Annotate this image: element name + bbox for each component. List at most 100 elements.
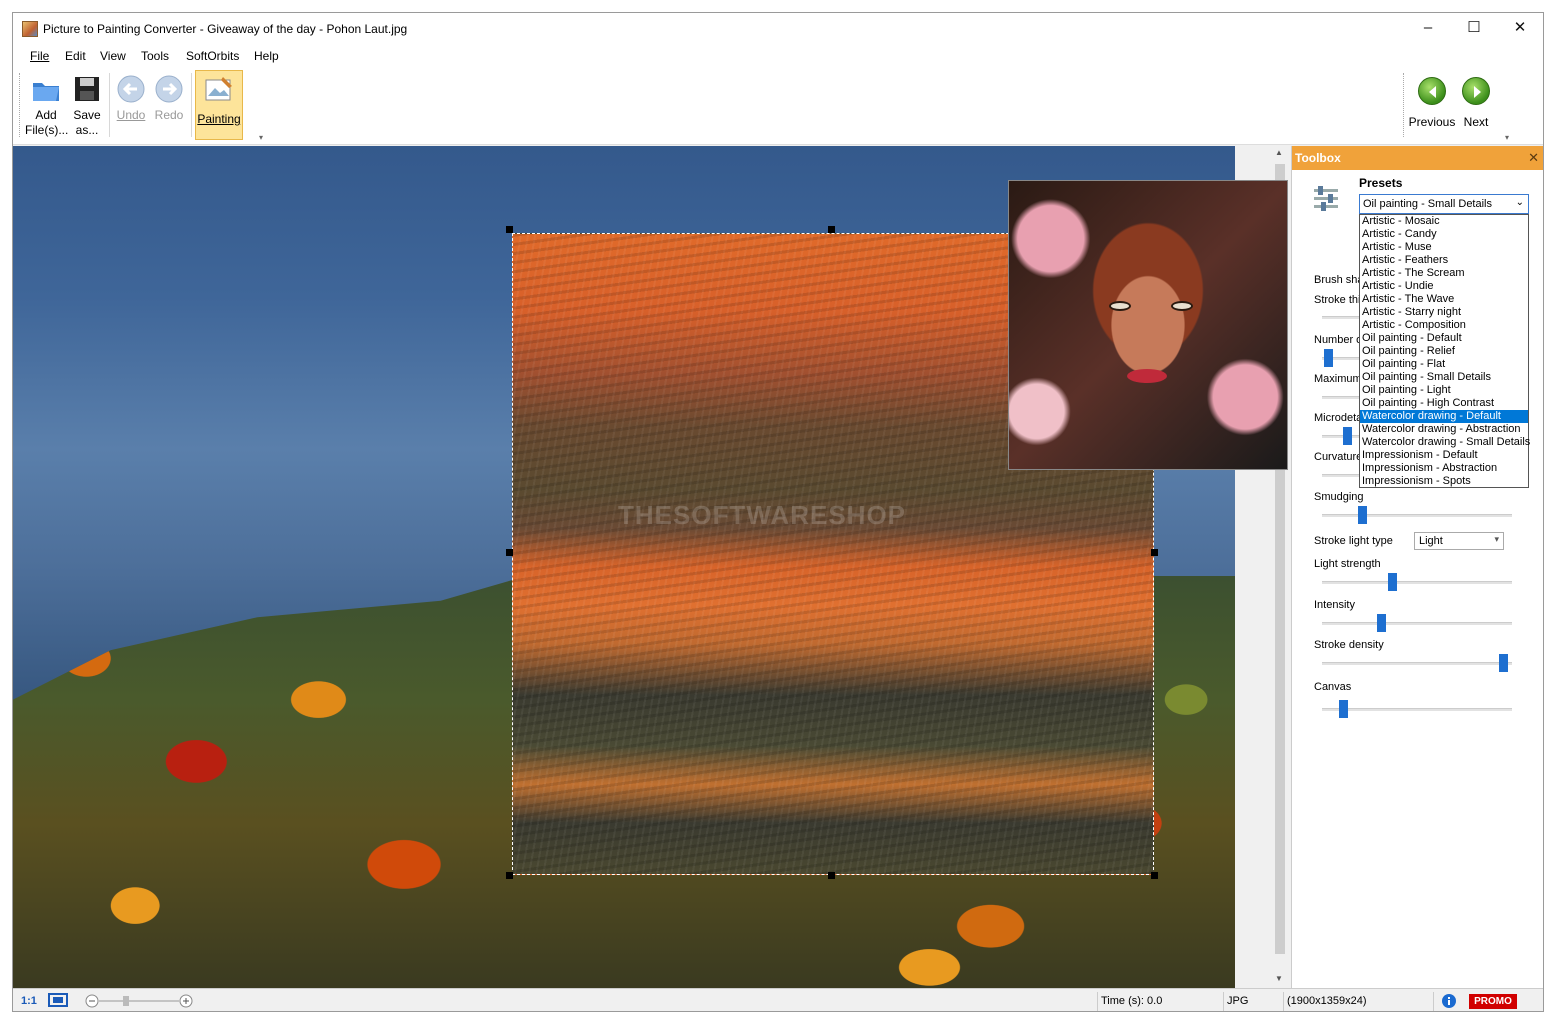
preset-option[interactable]: Artistic - Candy: [1360, 228, 1528, 241]
toolbox-header: Toolbox ✕: [1292, 146, 1543, 170]
add-files-button[interactable]: Add File(s)...: [25, 73, 69, 138]
preset-option[interactable]: Impressionism - Abstraction: [1360, 462, 1528, 475]
add-files-label: Add File(s)...: [25, 108, 69, 137]
redo-button[interactable]: Redo: [151, 73, 187, 123]
preset-option[interactable]: Impressionism - Spots: [1360, 475, 1528, 488]
resize-handle[interactable]: [506, 872, 513, 879]
preset-option[interactable]: Oil painting - Default: [1360, 332, 1528, 345]
preset-option[interactable]: Artistic - Composition: [1360, 319, 1528, 332]
preset-option[interactable]: Watercolor drawing - Abstraction: [1360, 423, 1528, 436]
close-button[interactable]: ✕: [1497, 13, 1543, 43]
resize-handle[interactable]: [1151, 549, 1158, 556]
resize-handle[interactable]: [506, 226, 513, 233]
microdetails-label: Microdeta: [1314, 412, 1363, 424]
stroke-light-type-select[interactable]: Light ▾: [1414, 532, 1504, 550]
toolbar-separator: [109, 73, 110, 137]
window-title: Picture to Painting Converter - Giveaway…: [43, 22, 408, 36]
slider-knob[interactable]: [1342, 427, 1352, 445]
stroke-density-label: Stroke density: [1314, 639, 1384, 651]
preset-option[interactable]: Watercolor drawing - Small Details: [1360, 436, 1530, 449]
next-button[interactable]: Next: [1459, 73, 1493, 130]
preset-option[interactable]: Watercolor drawing - Default: [1360, 410, 1528, 423]
slider-knob[interactable]: [1357, 506, 1367, 524]
menu-bar: File Edit View Tools SoftOrbits Help: [13, 45, 1543, 67]
intensity-slider[interactable]: [1322, 614, 1512, 632]
brush-shape-label: Brush sha: [1314, 274, 1364, 286]
app-icon: [22, 21, 38, 37]
menu-view[interactable]: View: [100, 49, 126, 63]
info-icon[interactable]: [1441, 993, 1457, 1011]
toolbar-separator: [191, 73, 192, 137]
time-readout: Time (s): 0.0: [1101, 995, 1163, 1007]
resize-handle[interactable]: [1151, 872, 1158, 879]
slider-knob[interactable]: [1376, 614, 1386, 632]
preset-option[interactable]: Oil painting - Small Details: [1360, 371, 1528, 384]
title-bar: Picture to Painting Converter - Giveaway…: [13, 13, 1543, 45]
preset-preview-thumbnail: [1008, 180, 1288, 470]
preview-eye: [1109, 301, 1131, 311]
presets-selected-value: Oil painting - Small Details: [1363, 198, 1492, 210]
image-dimensions: (1900x1359x24): [1287, 995, 1367, 1007]
minimize-button[interactable]: –: [1405, 13, 1451, 43]
preset-option[interactable]: Artistic - Muse: [1360, 241, 1528, 254]
menu-help[interactable]: Help: [254, 49, 279, 63]
maximize-button[interactable]: ☐: [1451, 13, 1497, 43]
next-label: Next: [1463, 115, 1489, 129]
previous-button[interactable]: Previous: [1407, 73, 1457, 130]
undo-arrow-icon: [115, 73, 147, 105]
smudging-label: Smudging: [1314, 491, 1364, 503]
stroke-density-slider[interactable]: [1322, 654, 1512, 672]
toolbar-grip: [1403, 73, 1406, 137]
menu-softorbits[interactable]: SoftOrbits: [186, 49, 239, 63]
toolbar-overflow-icon[interactable]: ▾: [1505, 133, 1509, 142]
menu-tools[interactable]: Tools: [141, 49, 169, 63]
preset-option[interactable]: Artistic - Feathers: [1360, 254, 1528, 267]
slider-knob[interactable]: [1388, 573, 1398, 591]
actual-size-button[interactable]: 1:1: [21, 995, 37, 1007]
redo-arrow-icon: [153, 73, 185, 105]
resize-handle[interactable]: [828, 872, 835, 879]
zoom-slider[interactable]: [85, 994, 195, 1011]
preset-option[interactable]: Oil painting - Flat: [1360, 358, 1528, 371]
toolbar-grip: [19, 73, 22, 137]
smudging-slider[interactable]: [1322, 506, 1512, 524]
painting-button[interactable]: Painting: [195, 70, 243, 140]
preset-option[interactable]: Artistic - Undie: [1360, 280, 1528, 293]
slider-knob[interactable]: [1498, 654, 1508, 672]
file-format: JPG: [1227, 995, 1249, 1007]
undo-button[interactable]: Undo: [113, 73, 149, 123]
preset-option[interactable]: Oil painting - Light: [1360, 384, 1528, 397]
fit-to-window-icon[interactable]: [48, 993, 68, 1010]
menu-file[interactable]: File: [30, 49, 49, 63]
preset-option[interactable]: Artistic - The Scream: [1360, 267, 1528, 280]
promo-badge[interactable]: PROMO: [1469, 994, 1517, 1009]
resize-handle[interactable]: [506, 549, 513, 556]
stroke-thickness-label: Stroke thi: [1314, 294, 1361, 306]
status-separator: [1097, 992, 1098, 1011]
preset-option[interactable]: Artistic - The Wave: [1360, 293, 1528, 306]
slider-knob[interactable]: [1323, 349, 1333, 367]
scroll-up-arrow-icon[interactable]: ▲: [1275, 148, 1283, 157]
preset-option[interactable]: Oil painting - High Contrast: [1360, 397, 1528, 410]
chevron-down-icon: ⌄: [1515, 197, 1524, 208]
close-icon[interactable]: ✕: [1528, 146, 1539, 170]
status-separator: [1433, 992, 1434, 1011]
redo-label: Redo: [154, 108, 184, 122]
toolbar-overflow-icon[interactable]: ▾: [259, 133, 263, 142]
slider-knob[interactable]: [1338, 700, 1348, 718]
undo-label: Undo: [116, 108, 146, 122]
save-as-button[interactable]: Save as...: [69, 73, 105, 138]
canvas-slider[interactable]: [1322, 700, 1512, 718]
toolbar: Add File(s)... Save as... Undo Redo Pain…: [13, 67, 1543, 145]
preset-option[interactable]: Oil painting - Relief: [1360, 345, 1528, 358]
light-strength-slider[interactable]: [1322, 573, 1512, 591]
presets-dropdown[interactable]: Oil painting - Small Details ⌄: [1359, 194, 1529, 214]
preset-option[interactable]: Artistic - Mosaic: [1360, 215, 1528, 228]
preset-option[interactable]: Artistic - Starry night: [1360, 306, 1528, 319]
preset-option[interactable]: Impressionism - Default: [1360, 449, 1528, 462]
scroll-down-arrow-icon[interactable]: ▼: [1275, 974, 1283, 983]
app-window: Picture to Painting Converter - Giveaway…: [12, 12, 1544, 1012]
menu-edit[interactable]: Edit: [65, 49, 86, 63]
resize-handle[interactable]: [828, 226, 835, 233]
status-bar: 1:1 Time (s): 0.0 JPG (1900x1359x24) PRO…: [13, 988, 1543, 1011]
